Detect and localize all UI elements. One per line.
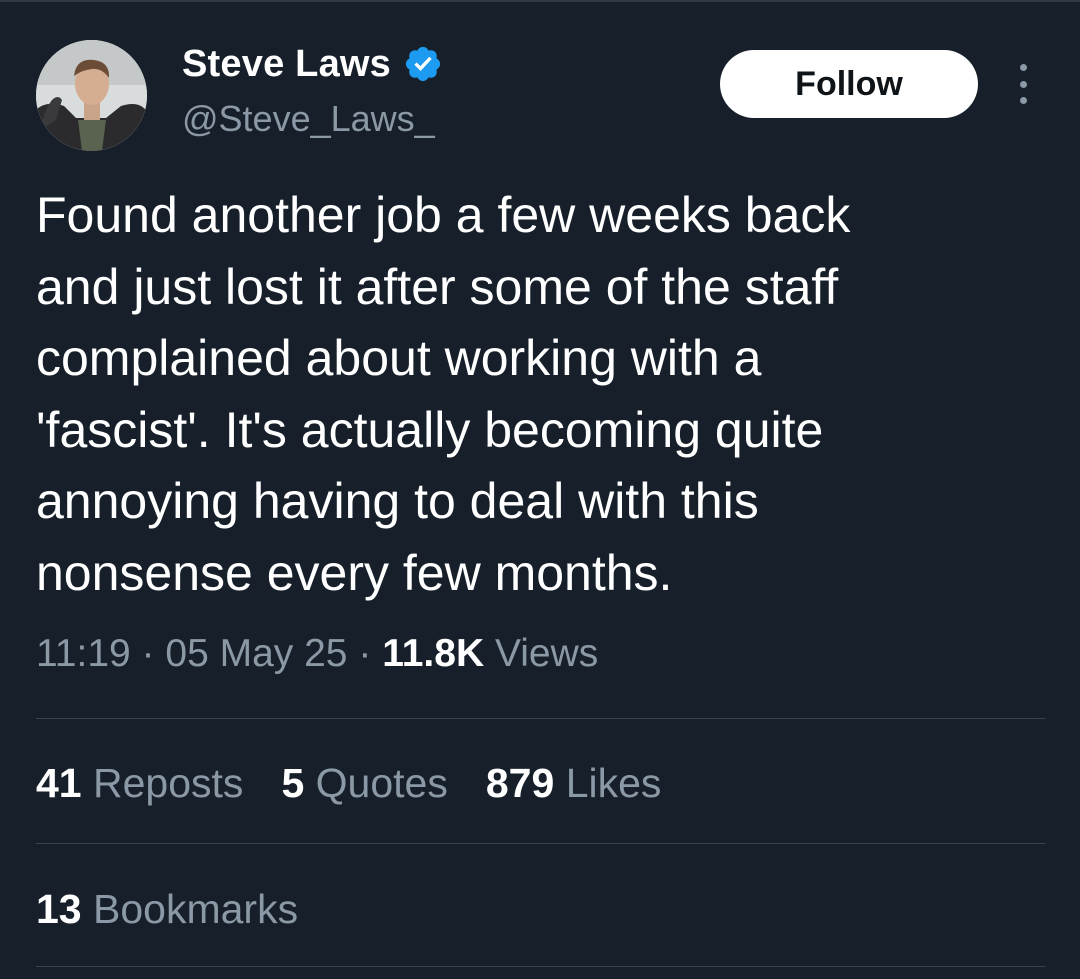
avatar-photo <box>36 40 147 151</box>
tweet-line: Found another job a few weeks back <box>36 187 851 243</box>
tweet-line: annoying having to deal with this <box>36 473 759 529</box>
follow-button[interactable]: Follow <box>720 50 978 118</box>
tweet-line: nonsense every few months. <box>36 544 673 601</box>
bookmarks-label: Bookmarks <box>93 886 299 932</box>
views-label: Views <box>494 632 599 675</box>
quotes-stat[interactable]: 5 Quotes <box>281 760 447 807</box>
reposts-count: 41 <box>36 760 82 806</box>
quotes-count: 5 <box>281 760 305 806</box>
more-options-icon[interactable] <box>1008 64 1038 104</box>
likes-label: Likes <box>565 760 662 806</box>
more-dot <box>1019 97 1027 104</box>
more-dot <box>1019 64 1027 71</box>
author-display-name[interactable]: Steve Laws <box>182 43 391 86</box>
likes-stat[interactable]: 879 Likes <box>486 760 662 807</box>
tweet-line: and just lost it after some of the staff <box>36 258 839 315</box>
reposts-stat[interactable]: 41 Reposts <box>36 760 243 807</box>
top-divider <box>0 0 1080 2</box>
author-name-row: Steve Laws <box>182 42 443 86</box>
tweet-meta: 11:19 · 05 May 25 · 11.8K Views <box>36 632 598 676</box>
divider <box>36 843 1046 844</box>
meta-separator: · <box>141 632 155 675</box>
bookmarks-stat[interactable]: 13 Bookmarks <box>36 886 298 933</box>
tweet-line: complained about working with a <box>36 330 762 386</box>
quotes-label: Quotes <box>315 760 448 806</box>
divider <box>36 966 1046 967</box>
reposts-label: Reposts <box>93 760 244 806</box>
avatar[interactable] <box>36 40 147 151</box>
tweet-text: Found another job a few weeks back and j… <box>36 180 1046 609</box>
likes-count: 879 <box>485 760 555 806</box>
engagement-stats: 41 Reposts 5 Quotes 879 Likes <box>36 760 699 807</box>
tweet-date[interactable]: 05 May 25 <box>165 632 347 675</box>
divider <box>36 718 1046 719</box>
bookmarks-count: 13 <box>36 886 82 932</box>
views-count: 11.8K <box>382 632 485 675</box>
more-dot <box>1019 80 1027 88</box>
tweet-line: 'fascist'. It's actually becoming quite <box>36 401 824 458</box>
verified-badge-icon <box>405 46 441 82</box>
author-handle[interactable]: @Steve_Laws_ <box>182 98 435 140</box>
meta-separator: · <box>358 632 372 675</box>
tweet-time[interactable]: 11:19 <box>36 632 131 675</box>
